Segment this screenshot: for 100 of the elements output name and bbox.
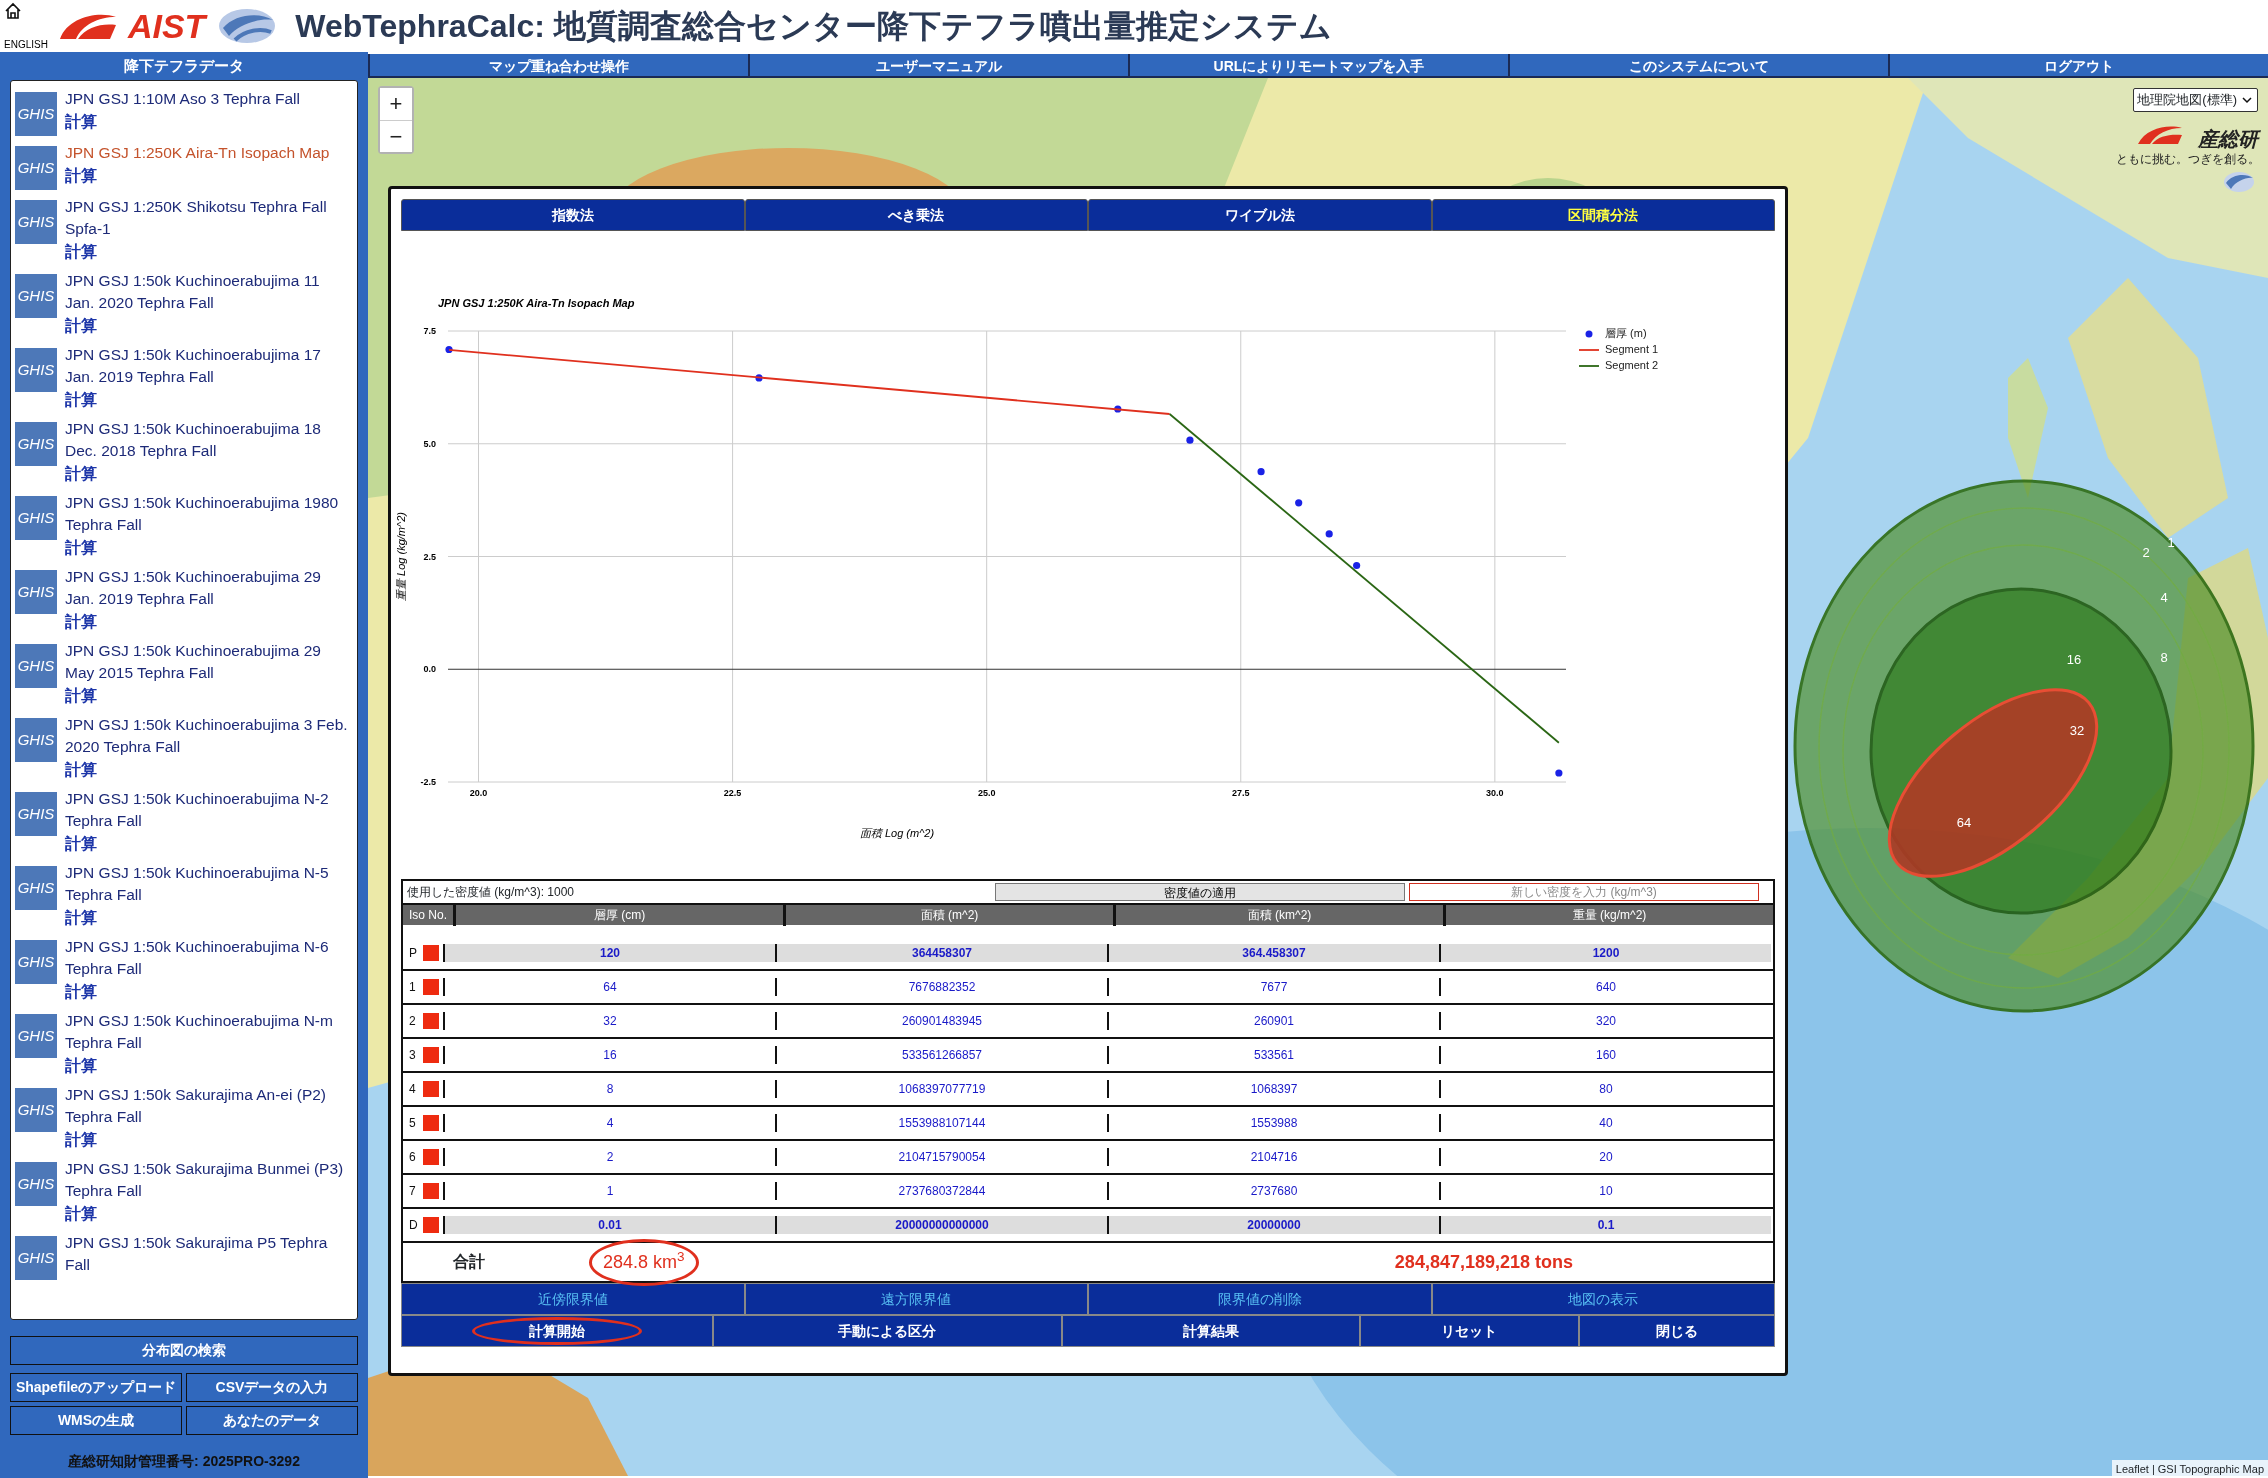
table-cell: 160	[1439, 1046, 1771, 1064]
color-swatch	[423, 1217, 439, 1233]
dataset-link[interactable]: JPN GSJ 1:50k Sakurajima Bunmei (P3) Tephra Fall	[65, 1158, 353, 1202]
table-cell: 10	[1439, 1182, 1771, 1200]
legend-label: 層厚 (m)	[1605, 327, 1647, 339]
calc-link[interactable]: 計算	[65, 906, 353, 930]
method-tab[interactable]: べき乗法	[744, 199, 1088, 231]
table-cell: 80	[1439, 1080, 1771, 1098]
contour-label: 1	[2167, 534, 2175, 553]
table-cell: 7676882352	[775, 978, 1107, 996]
iso-number: P	[408, 945, 418, 962]
search-button[interactable]: 分布図の検索	[10, 1336, 358, 1365]
language-link[interactable]: ENGLISH	[4, 40, 48, 50]
dataset-link[interactable]: JPN GSJ 1:50k Kuchinoerabujima 17 Jan. 2019 Tephra Fall	[65, 344, 353, 388]
action-button[interactable]: 地図の表示	[1431, 1283, 1775, 1315]
tick-label: 27.5	[1232, 788, 1250, 798]
dataset-link[interactable]: JPN GSJ 1:50k Kuchinoerabujima 29 May 2015 Tephra Fall	[65, 640, 353, 684]
calc-link[interactable]: 計算	[65, 1128, 353, 1152]
ghis-badge: GHIS	[15, 644, 57, 688]
sidebar-button[interactable]: Shapefileのアップロード	[10, 1373, 182, 1402]
total-mass: 284,847,189,218 tons	[1394, 1250, 1573, 1274]
dataset-link[interactable]: JPN GSJ 1:250K Shikotsu Tephra Fall Spfa-1	[65, 196, 353, 240]
dataset-link[interactable]: JPN GSJ 1:50k Kuchinoerabujima N-m Tephra Fall	[65, 1010, 353, 1054]
contour-label: 2	[2142, 544, 2150, 563]
density-field[interactable]: 新しい密度を入力 (kg/m^3)	[1409, 883, 1759, 901]
iso-number: 1	[408, 979, 417, 996]
action-button[interactable]: 閉じる	[1579, 1315, 1775, 1347]
table-cell: 260901483945	[775, 1012, 1107, 1030]
ghis-badge: GHIS	[15, 570, 57, 614]
action-button[interactable]: 遠方限界値	[744, 1283, 1088, 1315]
sidebar-button[interactable]: WMSの生成	[10, 1406, 182, 1435]
dataset-link[interactable]: JPN GSJ 1:50k Sakurajima An-ei (P2) Tephra Fall	[65, 1084, 353, 1128]
apply-density-button[interactable]: 密度値の適用	[995, 883, 1405, 901]
calc-link[interactable]: 計算	[65, 536, 353, 560]
calc-link[interactable]: 計算	[65, 832, 353, 856]
method-tab[interactable]: 指数法	[401, 199, 745, 231]
action-button[interactable]: 近傍限界値	[401, 1283, 745, 1315]
calc-link[interactable]: 計算	[65, 684, 353, 708]
calc-link[interactable]: 計算	[65, 462, 353, 486]
home-icon[interactable]	[4, 2, 22, 20]
dataset-link[interactable]: JPN GSJ 1:50k Kuchinoerabujima 11 Jan. 2020 Tephra Fall	[65, 270, 353, 314]
action-button[interactable]: 手動による区分	[712, 1315, 1063, 1347]
iso-number: 6	[408, 1149, 417, 1166]
calc-link[interactable]: 計算	[65, 610, 353, 634]
column-header: 重量 (kg/m^2)	[1443, 904, 1773, 926]
dataset-link[interactable]: JPN GSJ 1:50k Kuchinoerabujima N-6 Tephra Fall	[65, 936, 353, 980]
method-tab[interactable]: ワイブル法	[1088, 199, 1432, 231]
calc-link[interactable]: 計算	[65, 110, 300, 134]
dataset-link[interactable]: JPN GSJ 1:50k Kuchinoerabujima N-2 Tephra Fall	[65, 788, 353, 832]
table-cell: 364458307	[775, 944, 1107, 962]
data-point	[755, 374, 763, 382]
calc-link[interactable]: 計算	[65, 240, 353, 264]
calc-link[interactable]: 計算	[65, 1202, 353, 1226]
dataset-link[interactable]: JPN GSJ 1:50k Kuchinoerabujima 3 Feb. 2020 Tephra Fall	[65, 714, 353, 758]
data-point	[1257, 468, 1265, 476]
calc-link[interactable]: 計算	[65, 758, 353, 782]
dataset-link[interactable]: JPN GSJ 1:50k Kuchinoerabujima 18 Dec. 2018 Tephra Fall	[65, 418, 353, 462]
action-button[interactable]: 計算結果	[1062, 1315, 1360, 1347]
table-cell: 20000000000000	[775, 1216, 1107, 1234]
method-tab[interactable]: 区間積分法	[1431, 199, 1775, 231]
column-header: Iso No.	[408, 907, 448, 924]
action-button[interactable]: 限界値の削除	[1088, 1283, 1432, 1315]
iso-number: 4	[408, 1081, 417, 1098]
sidebar-button[interactable]: あなたのデータ	[186, 1406, 358, 1435]
calc-link[interactable]: 計算	[65, 1054, 353, 1078]
logo-text: AIST	[127, 9, 206, 43]
panel-title: 降下テフラデータ	[123, 56, 245, 76]
ghis-badge: GHIS	[15, 200, 57, 244]
color-swatch	[423, 1115, 439, 1131]
dataset-link[interactable]: JPN GSJ 1:10M Aso 3 Tephra Fall	[65, 88, 300, 110]
data-point	[445, 345, 453, 354]
calc-link[interactable]: 計算	[65, 314, 353, 338]
table-cell: 2	[443, 1148, 775, 1166]
dataset-link[interactable]: JPN GSJ 1:250K Aira-Tn Isopach Map	[65, 142, 330, 164]
dataset-link[interactable]: JPN GSJ 1:50k Sakurajima P5 Tephra Fall	[65, 1232, 353, 1276]
zoom-out-button[interactable]: −	[380, 120, 412, 152]
table-cell: 8	[443, 1080, 775, 1098]
globe-logo-icon	[2222, 170, 2256, 194]
density-label: 使用した密度値 (kg/m^3): 1000	[407, 884, 574, 901]
tick-label: 2.5	[423, 551, 436, 562]
dataset-link[interactable]: JPN GSJ 1:50k Kuchinoerabujima N-5 Tephra Fall	[65, 862, 353, 906]
calc-link[interactable]: 計算	[65, 980, 353, 1004]
calc-link[interactable]: 計算	[65, 164, 330, 188]
leaflet-link[interactable]: Leaflet	[2115, 1460, 2149, 1477]
table-cell: 2104716	[1107, 1148, 1439, 1166]
sidebar-button[interactable]: CSVデータの入力	[186, 1373, 358, 1402]
license-number: 産総研知財管理番号: 2025PRO-3292	[67, 1452, 301, 1471]
color-swatch	[423, 1183, 439, 1199]
dataset-link[interactable]: JPN GSJ 1:50k Kuchinoerabujima 29 Jan. 2019 Tephra Fall	[65, 566, 353, 610]
color-swatch	[423, 1047, 439, 1063]
ghis-badge: GHIS	[15, 496, 57, 540]
layer-select[interactable]: 地理院地図(標準)	[2133, 88, 2258, 112]
dataset-link[interactable]: JPN GSJ 1:50k Kuchinoerabujima 1980 Tephra Fall	[65, 492, 353, 536]
color-swatch	[423, 1149, 439, 1165]
logo-tagline: ともに挑む。つぎを創る。	[2116, 151, 2260, 168]
action-button[interactable]: 計算開始	[401, 1315, 713, 1347]
action-button[interactable]: リセット	[1359, 1315, 1580, 1347]
contour-label: 64	[1956, 814, 1972, 833]
table-cell: 533561266857	[775, 1046, 1107, 1064]
calc-link[interactable]: 計算	[65, 388, 353, 412]
